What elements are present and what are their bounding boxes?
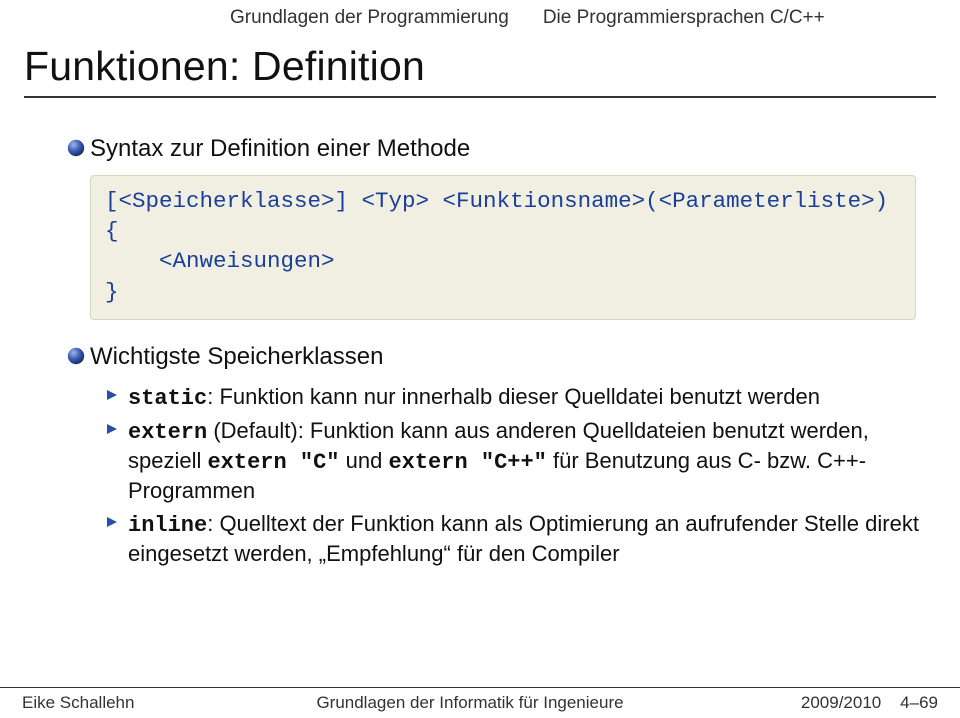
footer-term: 2009/2010 bbox=[801, 693, 881, 712]
bullet-ball-icon bbox=[62, 139, 90, 157]
breadcrumb-subsection: Die Programmiersprachen C/C++ bbox=[543, 7, 825, 29]
sub-bullet-text: inline: Quelltext der Funktion kann als … bbox=[128, 510, 924, 568]
keyword-extern: extern bbox=[128, 420, 207, 445]
keyword-inline: inline bbox=[128, 513, 207, 538]
footer: Eike Schallehn Grundlagen der Informatik… bbox=[0, 688, 960, 718]
title-block: Funktionen: Definition bbox=[0, 33, 960, 98]
slide: Grundlagen der Programmierung Die Progra… bbox=[0, 0, 960, 718]
breadcrumb-section: Grundlagen der Programmierung bbox=[230, 7, 509, 29]
keyword-static: static bbox=[128, 386, 207, 411]
bullet-text: Syntax zur Definition einer Methode bbox=[90, 134, 924, 165]
sub-bullet-item: static: Funktion kann nur innerhalb dies… bbox=[106, 383, 924, 413]
code-block: [<Speicherklasse>] <Typ> <Funktionsname>… bbox=[90, 175, 916, 321]
triangle-right-icon bbox=[106, 516, 128, 528]
text-span: : Funktion kann nur innerhalb dieser Que… bbox=[207, 384, 820, 409]
bullet-text: Wichtigste Speicherklassen bbox=[90, 342, 924, 373]
sub-bullet-item: inline: Quelltext der Funktion kann als … bbox=[106, 510, 924, 568]
breadcrumb: Grundlagen der Programmierung Die Progra… bbox=[0, 0, 960, 33]
triangle-right-icon bbox=[106, 389, 128, 401]
bullet-ball-icon bbox=[62, 347, 90, 365]
triangle-right-icon bbox=[106, 423, 128, 435]
footer-right: 2009/2010 4–69 bbox=[728, 693, 938, 713]
sub-bullet-text: extern (Default): Funktion kann aus ande… bbox=[128, 417, 924, 505]
text-span: und bbox=[340, 448, 389, 473]
footer-page: 4–69 bbox=[900, 693, 938, 712]
sub-bullet-list: static: Funktion kann nur innerhalb dies… bbox=[106, 383, 924, 568]
code-extern-c: extern "C" bbox=[207, 450, 339, 475]
bullet-item: Syntax zur Definition einer Methode bbox=[62, 134, 924, 165]
bullet-item: Wichtigste Speicherklassen bbox=[62, 342, 924, 373]
page-title: Funktionen: Definition bbox=[24, 43, 936, 94]
sub-bullet-item: extern (Default): Funktion kann aus ande… bbox=[106, 417, 924, 505]
slide-body: Syntax zur Definition einer Methode [<Sp… bbox=[0, 98, 960, 568]
text-span: : Quelltext der Funktion kann als Optimi… bbox=[128, 511, 919, 566]
footer-author: Eike Schallehn bbox=[22, 693, 212, 713]
footer-title: Grundlagen der Informatik für Ingenieure bbox=[212, 693, 728, 713]
code-extern-cpp: extern "C++" bbox=[388, 450, 546, 475]
sub-bullet-text: static: Funktion kann nur innerhalb dies… bbox=[128, 383, 924, 413]
